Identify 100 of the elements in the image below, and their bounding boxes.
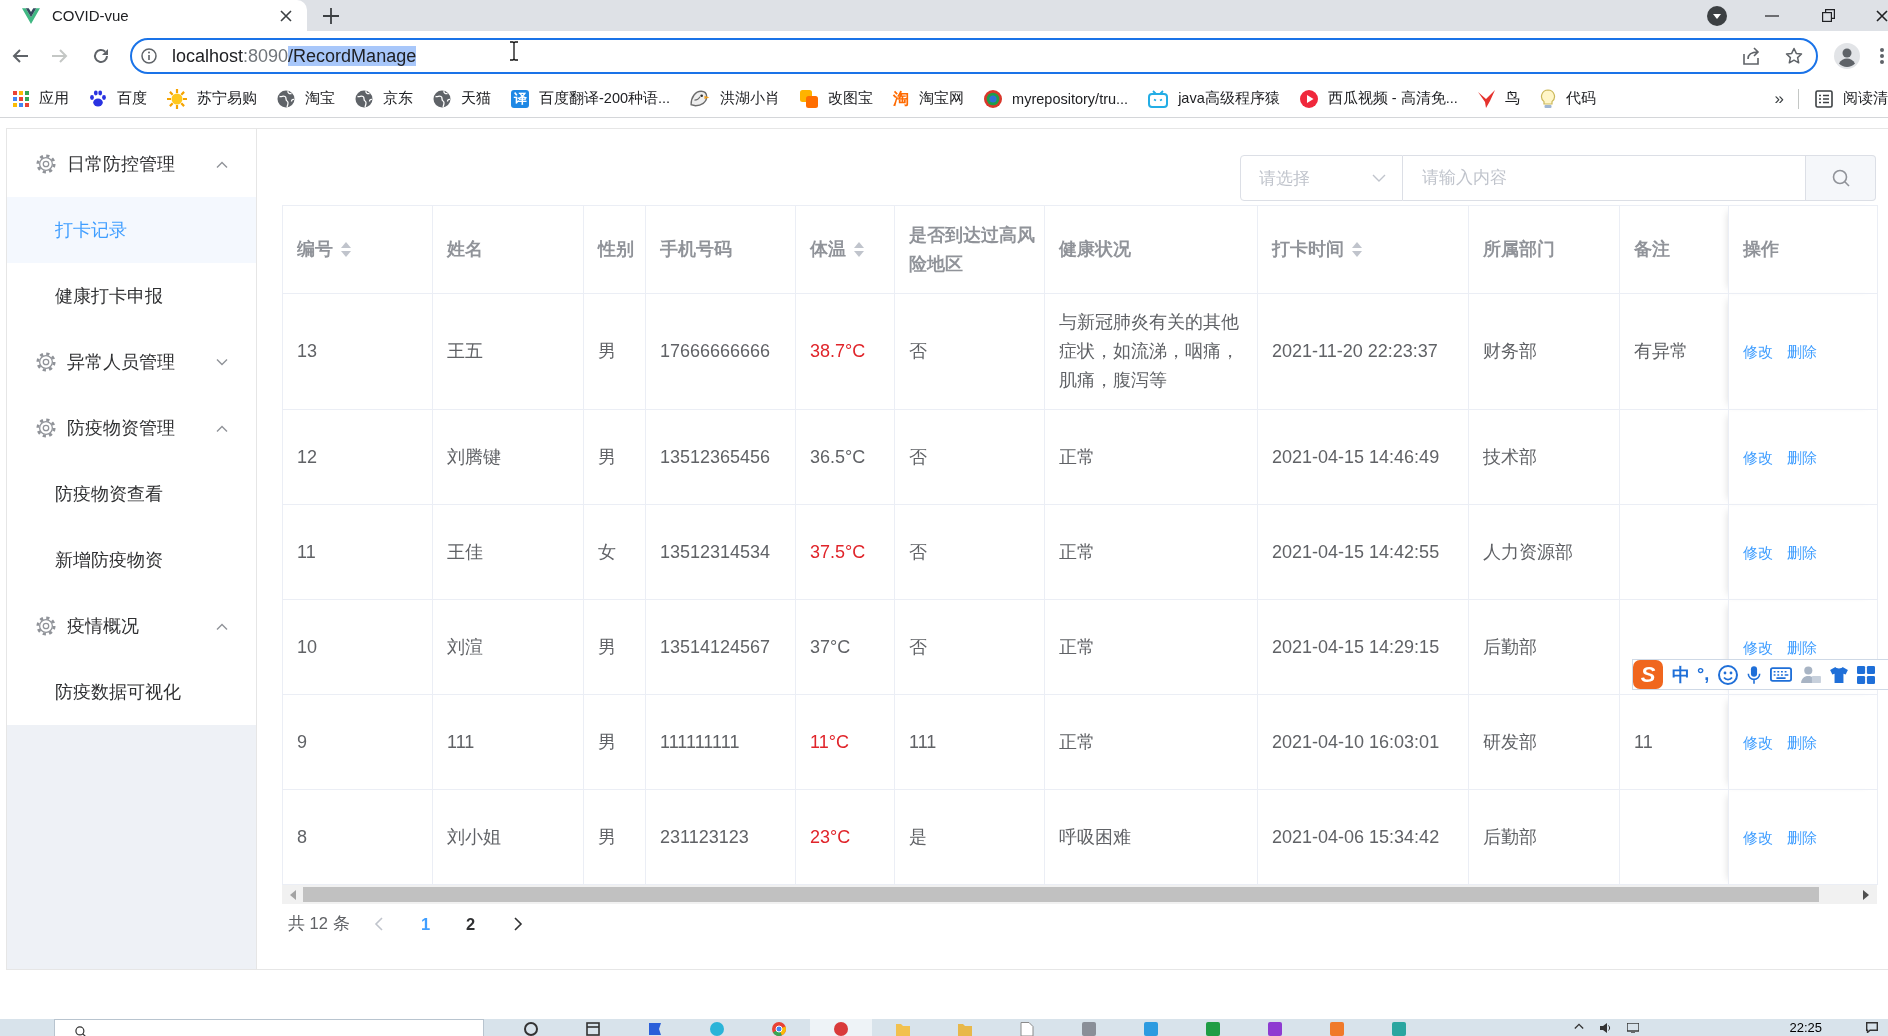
bookmark[interactable]: 代码: [1529, 84, 1606, 113]
letter-tile-icon: 译: [511, 89, 529, 108]
star-icon[interactable]: [1785, 46, 1803, 65]
tile-icon[interactable]: [1330, 1022, 1344, 1036]
bookmark[interactable]: 苏宁易购: [157, 84, 267, 113]
search-field[interactable]: 请输入内容: [1403, 155, 1806, 201]
bookmark[interactable]: 京东: [345, 84, 423, 113]
bookmark[interactable]: java高级程序猿: [1138, 84, 1290, 113]
bookmark[interactable]: 译 百度翻译-200种语...: [501, 84, 681, 113]
table-cell: 女: [583, 504, 646, 600]
horizontal-scrollbar[interactable]: [282, 885, 1877, 904]
menu-item[interactable]: 健康打卡申报: [7, 263, 256, 329]
tv-icon: [1148, 89, 1169, 108]
clock[interactable]: 22:25: [1789, 1019, 1822, 1036]
column-header: 备注: [1634, 238, 1670, 261]
bookmark[interactable]: 淘宝: [267, 84, 345, 113]
bookmark[interactable]: 天猫: [423, 84, 501, 113]
taskbar-button[interactable]: [810, 1019, 872, 1036]
plus-icon[interactable]: [323, 7, 339, 24]
search-icon: [75, 1026, 86, 1036]
menu-group[interactable]: 日常防控管理: [7, 131, 256, 197]
circle-outline-icon[interactable]: [524, 1022, 538, 1036]
globe-icon: [433, 89, 451, 108]
menu-group[interactable]: 异常人员管理: [7, 329, 256, 395]
tile-icon[interactable]: [1206, 1022, 1220, 1036]
table-cell: 37°C: [795, 599, 895, 695]
avatar-icon[interactable]: [1834, 42, 1860, 69]
table-cell: 否: [894, 293, 1045, 410]
minimize-icon[interactable]: [1765, 14, 1779, 17]
punctuation-toggle[interactable]: °,: [1697, 664, 1710, 685]
table-cell: 男: [583, 409, 646, 505]
close-icon[interactable]: [280, 9, 292, 22]
menu-group[interactable]: 疫情概况: [7, 593, 256, 659]
reload-icon[interactable]: [92, 46, 110, 65]
smiley-icon[interactable]: [1718, 664, 1739, 685]
bookmark[interactable]: 鸟: [1467, 84, 1530, 113]
table-cell: 17666666666: [645, 293, 796, 410]
flag-icon[interactable]: [648, 1022, 662, 1036]
table-cell: 10: [282, 599, 433, 695]
document-icon[interactable]: [1020, 1022, 1034, 1036]
letter-icon: 淘: [893, 89, 910, 108]
dropdown-icon[interactable]: [1707, 5, 1727, 26]
grid-icon[interactable]: [1857, 665, 1876, 684]
column-header: 编号: [297, 238, 333, 261]
table-cell: 财务部: [1468, 293, 1620, 410]
share-icon[interactable]: [1743, 46, 1761, 65]
speaker-icon[interactable]: [1600, 1023, 1612, 1033]
more-bookmarks-button[interactable]: »: [1770, 88, 1788, 109]
chevron-up-icon[interactable]: [1574, 1023, 1585, 1029]
table-cell: 13: [282, 293, 433, 410]
bookmark[interactable]: 改图宝: [790, 84, 884, 113]
table-cell: 是: [894, 789, 1045, 885]
bookmark[interactable]: myrepository/tru...: [974, 84, 1139, 113]
input-mode-toggle[interactable]: 中: [1672, 662, 1690, 687]
list-icon: [1815, 89, 1833, 108]
close-icon[interactable]: [1876, 9, 1888, 22]
bookmark[interactable]: 应用: [3, 84, 79, 113]
menu-item[interactable]: 新增防疫物资: [7, 527, 256, 593]
table-cell: 11: [282, 504, 433, 600]
table-cell: 2021-11-20 22:23:37: [1257, 293, 1469, 410]
bookmark[interactable]: 淘 淘宝网: [883, 84, 975, 113]
tile-icon[interactable]: [1392, 1022, 1406, 1036]
menu-item[interactable]: 防疫数据可视化: [7, 659, 256, 725]
table-cell: 与新冠肺炎有关的其他症状，如流涕，咽痛，肌痛，腹泻等: [1044, 293, 1258, 410]
taskbar-search-field[interactable]: [54, 1019, 484, 1036]
bookmark[interactable]: 西瓜视频 - 高清免...: [1289, 84, 1468, 113]
table-cell: 11°C: [795, 694, 895, 790]
table-cell: 否: [894, 504, 1045, 600]
restore-icon[interactable]: [1822, 9, 1835, 22]
menu-group[interactable]: 防疫物资管理: [7, 395, 256, 461]
table-cell: 正常: [1044, 694, 1258, 790]
bookmark[interactable]: 百度: [79, 84, 157, 113]
shirt-icon[interactable]: [1830, 666, 1849, 683]
total-count: 共 12 条: [288, 913, 350, 934]
browser-tab[interactable]: COVID-vue: [0, 0, 307, 31]
menu-item[interactable]: 防疫物资查看: [7, 461, 256, 527]
window-icon[interactable]: [586, 1022, 600, 1036]
info-icon[interactable]: [141, 47, 157, 64]
tile-icon[interactable]: [1144, 1022, 1158, 1036]
monitor-icon[interactable]: [1627, 1023, 1640, 1033]
chevron-right-icon[interactable]: [512, 917, 523, 931]
notification-icon[interactable]: [1866, 1022, 1878, 1033]
scrollbar-thumb[interactable]: [303, 887, 1819, 902]
page-button[interactable]: 2: [456, 910, 485, 938]
apps-grid-icon: [13, 90, 29, 107]
table-cell: 刘渲: [432, 599, 584, 695]
table-cell: 11: [1619, 694, 1729, 790]
keyboard-icon[interactable]: [1770, 667, 1793, 682]
tile-icon[interactable]: [1082, 1022, 1096, 1036]
bookmark[interactable]: 洪湖小肖: [680, 84, 791, 113]
back-arrow-icon[interactable]: [11, 46, 29, 65]
ring-icon[interactable]: [772, 1022, 786, 1036]
table-cell: 正常: [1044, 409, 1258, 505]
reading-list-button[interactable]: 阅读清: [1805, 84, 1888, 113]
microphone-icon[interactable]: [1747, 665, 1762, 684]
tile-icon[interactable]: [1268, 1022, 1282, 1036]
more-icon[interactable]: [1880, 47, 1884, 64]
scroll-right-icon[interactable]: [1863, 889, 1869, 900]
table-cell: 呼吸困难: [1044, 789, 1258, 885]
table-cell: 2021-04-15 14:29:15: [1257, 599, 1469, 695]
